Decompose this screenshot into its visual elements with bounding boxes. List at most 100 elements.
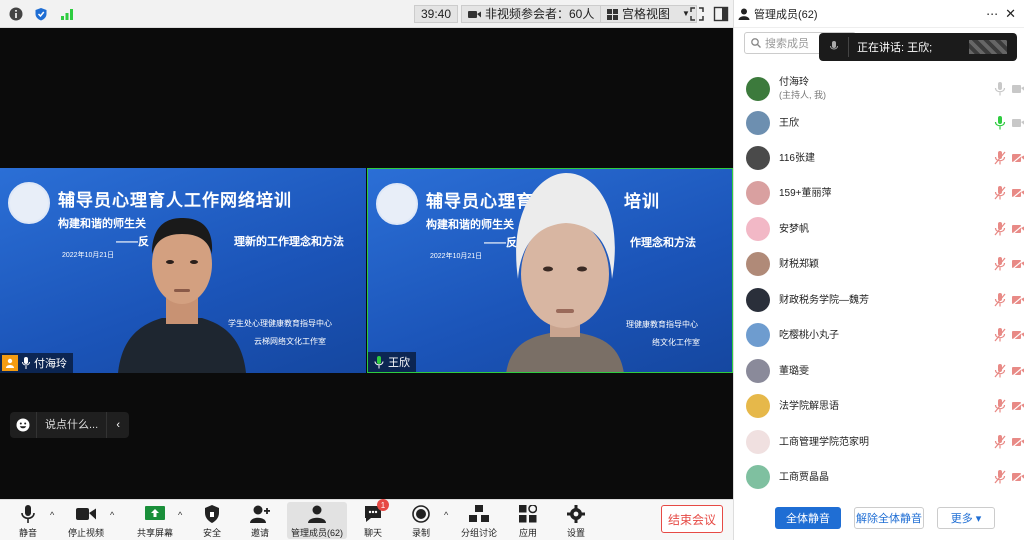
breakout-button[interactable]: 分组讨论 xyxy=(451,502,507,539)
fullscreen-icon[interactable] xyxy=(688,5,706,23)
more-button[interactable]: 更多 ▾ xyxy=(937,507,995,529)
avatar xyxy=(746,288,770,312)
microphone-muted-icon[interactable] xyxy=(994,186,1006,200)
member-row[interactable]: 财政税务学院—魏芳 xyxy=(746,283,1024,317)
video-off-icon[interactable] xyxy=(1012,365,1024,377)
avatar xyxy=(746,252,770,276)
member-row[interactable]: 116张建 xyxy=(746,141,1024,175)
share-screen-button[interactable]: 共享屏幕 xyxy=(127,502,183,539)
microphone-muted-icon[interactable] xyxy=(994,435,1006,449)
non-video-participants[interactable]: 非视频参会者：60人 ▼ xyxy=(461,5,620,23)
microphone-muted-icon[interactable] xyxy=(994,151,1006,165)
member-name-block: 法学院解思语 xyxy=(779,400,839,413)
avatar xyxy=(746,394,770,418)
stop-video-button[interactable]: 停止视频 xyxy=(58,502,114,539)
emoji-icon[interactable] xyxy=(10,412,36,438)
member-name: 付海玲 xyxy=(779,77,809,88)
manage-members-button[interactable]: 管理成员(62) xyxy=(287,502,347,539)
record-button[interactable]: 录制 xyxy=(393,502,449,539)
member-name: 吃樱桃小丸子 xyxy=(779,329,839,341)
member-row[interactable]: 法学院解思语 xyxy=(746,389,1024,423)
member-name-block: 董璐雯 xyxy=(779,365,809,378)
member-name: 工商贾晶晶 xyxy=(779,471,829,483)
member-name-block: 财税郑颖 xyxy=(779,258,819,271)
member-name: 159+董丽萍 xyxy=(779,187,832,199)
video-off-icon[interactable] xyxy=(1012,294,1024,306)
info-icon[interactable] xyxy=(9,7,23,21)
speaking-indicator: 正在讲话: 王欣; xyxy=(819,33,1017,61)
unmute-all-button[interactable]: 解除全体静音 xyxy=(854,507,924,529)
shield-icon[interactable] xyxy=(34,7,48,21)
slide-date: 2022年10月21日 xyxy=(62,252,115,259)
microphone-muted-icon[interactable] xyxy=(994,364,1006,378)
record-label: 录制 xyxy=(411,528,430,538)
microphone-muted-icon[interactable] xyxy=(994,328,1006,342)
member-name: 工商管理学院范家明 xyxy=(779,436,869,448)
avatar xyxy=(746,217,770,241)
invite-button[interactable]: 邀请 xyxy=(232,502,288,539)
close-icon[interactable]: ✕ xyxy=(1005,6,1016,22)
shield-icon xyxy=(202,504,222,524)
chat-placeholder[interactable]: 说点什么... xyxy=(36,412,108,438)
apps-label: 应用 xyxy=(518,528,537,538)
chevron-up-icon[interactable]: ^ xyxy=(110,510,114,520)
microphone-muted-icon[interactable] xyxy=(994,257,1006,271)
member-name-block: 吃樱桃小丸子 xyxy=(779,329,839,342)
video-off-icon[interactable] xyxy=(1012,329,1024,341)
microphone-icon[interactable] xyxy=(994,116,1006,130)
video-off-icon[interactable] xyxy=(1012,223,1024,235)
member-name: 法学院解思语 xyxy=(779,400,839,412)
member-row[interactable]: 安梦帆 xyxy=(746,212,1024,246)
grid-view-toggle[interactable]: 宫格视图 ▼ xyxy=(600,5,697,23)
breakout-label: 分组讨论 xyxy=(460,528,497,538)
chevron-up-icon[interactable]: ^ xyxy=(444,510,448,520)
video-off-icon[interactable] xyxy=(1012,436,1024,448)
member-row[interactable]: 王欣 xyxy=(746,106,1024,140)
video-tile-host[interactable]: 辅导员心理育人工作网络培训 构建和谐的师生关 理新的工作理念和方法 ——反 20… xyxy=(0,168,366,373)
university-logo xyxy=(376,183,418,225)
settings-button[interactable]: 设置 xyxy=(548,502,604,539)
speaking-text: 正在讲话: 王欣; xyxy=(857,42,933,54)
member-name-block: 财政税务学院—魏芳 xyxy=(779,294,869,307)
grid-icon xyxy=(607,8,618,20)
member-row[interactable]: 工商管理学院范家明 xyxy=(746,425,1024,459)
microphone-icon xyxy=(18,504,38,524)
mute-button[interactable]: 静音 xyxy=(0,502,56,539)
side-panel-icon[interactable] xyxy=(712,5,730,23)
microphone-muted-icon[interactable] xyxy=(994,293,1006,307)
chevron-up-icon[interactable]: ^ xyxy=(178,510,182,520)
more-options-icon[interactable]: ⋯ xyxy=(986,7,999,21)
member-row[interactable]: 财税郑颖 xyxy=(746,247,1024,281)
microphone-muted-icon[interactable] xyxy=(994,222,1006,236)
participant-video-woman xyxy=(506,173,624,372)
signal-icon[interactable] xyxy=(60,7,74,21)
microphone-icon[interactable] xyxy=(994,82,1006,96)
member-row[interactable]: 董璐雯 xyxy=(746,354,1024,388)
slide-date: 2022年10月21日 xyxy=(430,253,483,260)
video-camera-icon[interactable] xyxy=(1012,117,1024,129)
video-camera-icon[interactable] xyxy=(1012,83,1024,95)
microphone-muted-icon[interactable] xyxy=(994,470,1006,484)
member-name-block: 王欣 xyxy=(779,117,799,130)
video-off-icon[interactable] xyxy=(1012,152,1024,164)
video-off-icon[interactable] xyxy=(1012,187,1024,199)
video-off-icon[interactable] xyxy=(1012,471,1024,483)
slide-subtitle-right: 理新的工作理念和方法 xyxy=(234,236,344,248)
video-tile-speaker[interactable]: 辅导员心理育 培训 构建和谐的师生关 作理念和方法 ——反 2022年10月21… xyxy=(367,168,733,373)
member-row[interactable]: 工商贾晶晶 xyxy=(746,460,1024,494)
host-icon xyxy=(2,355,18,371)
member-row[interactable]: 159+董丽萍 xyxy=(746,176,1024,210)
mute-all-button[interactable]: 全体静音 xyxy=(775,507,841,529)
chevron-up-icon[interactable]: ^ xyxy=(50,510,54,520)
video-off-icon[interactable] xyxy=(1012,258,1024,270)
member-row[interactable]: 付海玲 (主持人, 我) xyxy=(746,72,1024,106)
microphone-muted-icon[interactable] xyxy=(994,399,1006,413)
participant-name: 付海玲 xyxy=(34,358,67,370)
video-off-icon[interactable] xyxy=(1012,400,1024,412)
chat-quick-input[interactable]: 说点什么... ‹ xyxy=(10,412,130,438)
chevron-left-icon[interactable]: ‹ xyxy=(107,419,129,431)
end-meeting-button[interactable]: 结束会议 xyxy=(661,505,723,533)
avatar xyxy=(746,465,770,489)
apps-icon xyxy=(518,504,538,524)
member-row[interactable]: 吃樱桃小丸子 xyxy=(746,318,1024,352)
